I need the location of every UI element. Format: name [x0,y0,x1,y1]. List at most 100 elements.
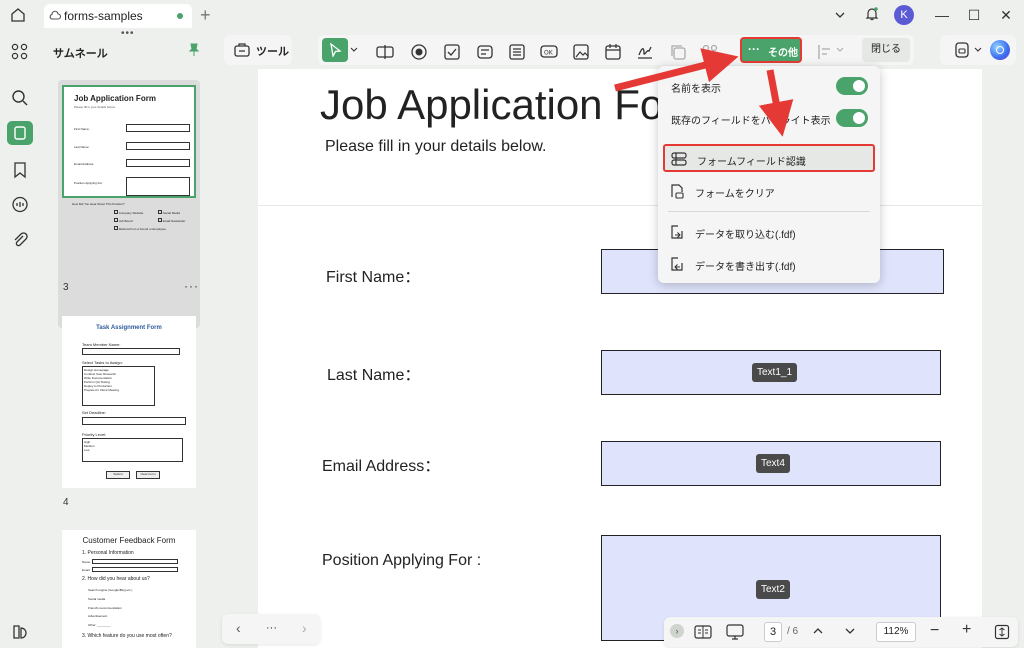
select-tool-button[interactable] [322,38,348,62]
thumb-checkbox-option: Social Media [158,210,180,215]
email-address-field[interactable]: Text4 [601,441,941,486]
tools-label: ツール [256,46,289,58]
radio-button-icon[interactable] [410,43,428,61]
ai-assistant-icon[interactable] [990,40,1010,60]
menu-item-show-names[interactable]: 名前を表示 [658,73,880,99]
thumb-subtitle: Please fill in your details below. [74,105,116,109]
thumb-input-box [82,348,180,355]
signature-field-icon[interactable] [636,43,654,61]
chevron-down-icon[interactable] [844,626,856,636]
last-name-field[interactable]: Text1_1 [601,350,941,395]
minimize-button[interactable]: — [932,5,952,25]
page-subtitle: Please fill in your details below. [325,138,547,155]
thumb-section: 1. Personal Information [82,550,134,556]
combo-box-icon[interactable] [476,43,494,61]
cursor-icon [330,43,342,57]
chevron-down-icon[interactable] [350,47,358,53]
current-page-input[interactable]: 3 [764,622,782,642]
menu-item-label: フォームをクリア [695,189,775,200]
thumbnail-page-3[interactable]: Job Application Form Please fill in your… [58,80,200,328]
thumb-field-label: Last Name: [74,145,90,149]
menu-item-import-data[interactable]: データを取り込む(.fdf) [658,219,880,245]
total-pages: / 6 [787,626,799,637]
save-icon[interactable] [954,41,970,59]
thumbnail-page-4[interactable]: Task Assignment Form Team Member Name: S… [62,316,196,488]
thumbnail-more-button[interactable]: ··· [184,279,199,293]
more-dots-icon[interactable]: ··· [266,622,277,634]
panel-drag-handle[interactable]: ••• [121,28,135,39]
layers-icon[interactable] [10,622,30,642]
thumb-section: 3. Which feature do you use most often? [82,633,172,639]
bell-icon[interactable] [864,6,880,22]
menu-item-label: フォームフィールド認識 [697,157,806,168]
checkbox-icon[interactable] [443,43,461,61]
menu-item-label: 既存のフィールドをハイライト表示 [671,116,831,127]
thumb-input-box [82,417,186,425]
thumbnail-nav-bar: ‹ ··· › [222,614,320,644]
more-button[interactable]: ··· その他 [740,37,802,63]
thumb-field-label: Email Address: [74,162,95,166]
attachment-icon[interactable] [10,230,30,250]
menu-item-export-data[interactable]: データを書き出す(.fdf) [658,251,880,277]
zoom-out-button[interactable]: − [930,622,939,640]
menu-item-highlight-fields[interactable]: 既存のフィールドをハイライト表示 [658,105,880,131]
menu-item-form-recognition[interactable]: フォームフィールド認識 [663,144,875,172]
bookmark-icon[interactable] [10,160,30,180]
home-icon[interactable] [10,7,26,23]
chevron-down-icon[interactable] [974,47,982,53]
menu-item-label: データを取り込む(.fdf) [695,230,796,241]
zoom-level[interactable]: 112% [876,622,916,642]
chevron-up-icon[interactable] [812,626,824,636]
cloud-icon [49,10,61,20]
thumbnails-rail-button[interactable] [7,121,33,145]
thumb-task-item: Prepare for Client Meeting [84,388,120,392]
pin-icon[interactable] [188,43,200,57]
thumb-title: Task Assignment Form [96,325,162,331]
thumb-radio-option: Search engine (Google/Bing etc.) [88,588,133,592]
maximize-button[interactable]: ☐ [964,5,984,25]
document-tab[interactable]: forms-samples [44,4,192,28]
close-form-editing-button[interactable]: 閉じる [862,38,910,62]
more-dots-icon: ··· [748,42,760,56]
search-icon[interactable] [10,88,30,108]
duplicate-icon[interactable] [669,43,687,61]
thumbnail-page-5[interactable]: Customer Feedback Form 1. Personal Infor… [62,530,196,648]
thumb-checkbox-option: Referral from a Friend or Employee [114,226,166,231]
thumb-label: Email: [82,568,91,572]
image-field-icon[interactable] [572,43,590,61]
thumb-listbox: Design Homepage Conduct User Research Wr… [82,366,155,406]
align-icon[interactable] [816,43,834,61]
thumb-option-label: Social Media [162,211,181,215]
chevron-down-icon[interactable] [834,9,846,21]
export-data-icon [671,257,683,271]
tools-button[interactable]: ツール [224,35,292,65]
zoom-in-button[interactable]: + [962,621,971,639]
next-arrow-icon[interactable]: › [302,620,307,636]
show-names-toggle[interactable] [836,77,868,95]
push-button-icon[interactable]: OK [540,43,558,61]
chevron-down-icon[interactable] [836,47,844,53]
fit-page-icon[interactable] [994,624,1010,640]
menu-item-clear-form[interactable]: フォームをクリア [658,178,880,204]
new-tab-button[interactable]: + [200,5,211,26]
apps-grid-icon[interactable] [10,42,30,62]
collapse-arrow-icon[interactable]: › [670,624,684,638]
thumb-input-box [92,567,178,572]
comment-icon[interactable] [10,195,30,215]
arrange-grid-icon[interactable] [701,43,719,61]
highlight-fields-toggle[interactable] [836,109,868,127]
close-window-button[interactable]: ✕ [996,5,1016,25]
reading-mode-icon[interactable] [694,624,712,640]
import-data-icon [671,225,683,239]
thumb-priority-item: Low [84,448,90,452]
user-avatar[interactable]: K [894,5,914,25]
thumb-title: Customer Feedback Form [82,536,176,545]
presentation-icon[interactable] [726,624,744,640]
date-field-icon[interactable] [604,43,622,61]
list-box-icon[interactable] [508,43,526,61]
previous-arrow-icon[interactable]: ‹ [236,620,241,636]
sync-status-dot [177,13,183,19]
text-field-icon[interactable] [376,43,394,61]
thumb-question: How Did You Hear About This Position? [72,202,125,206]
clear-form-icon [671,184,684,199]
